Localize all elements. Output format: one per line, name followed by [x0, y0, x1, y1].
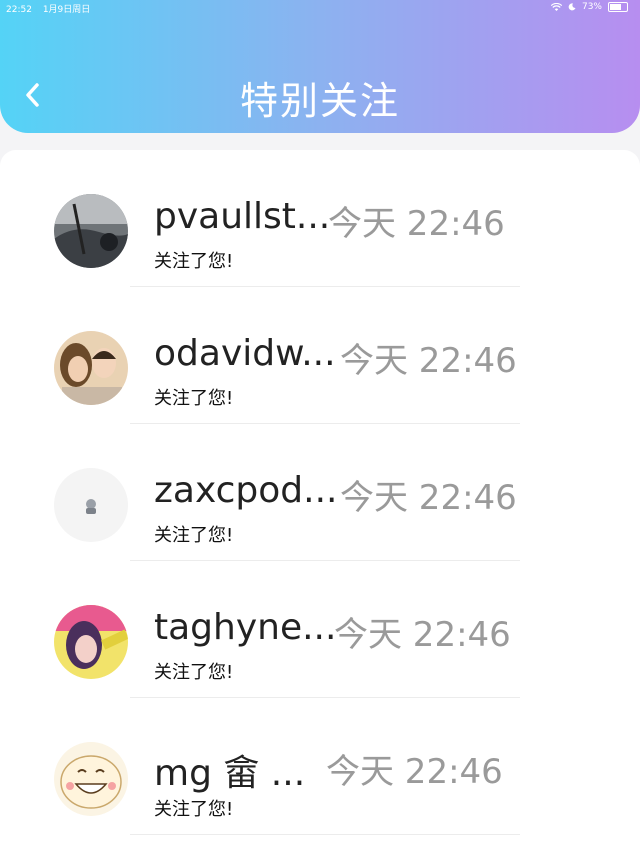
list-item[interactable]: taghyne... 今天 22:46 关注了您! [0, 561, 640, 698]
avatar[interactable] [54, 605, 128, 679]
header-bar: 22:52 1月9日周日 73% 特别关注 [0, 0, 640, 133]
notification-message: 关注了您! [154, 251, 234, 272]
avatar[interactable] [54, 331, 128, 405]
list-item[interactable]: mg 畲 ... 今天 22:46 关注了您! [0, 698, 640, 835]
list-item[interactable]: odavidw... 今天 22:46 关注了您! [0, 287, 640, 424]
notification-message: 关注了您! [154, 388, 234, 409]
user-name[interactable]: mg 畲 ... [154, 744, 305, 796]
avatar[interactable] [54, 468, 128, 542]
list-item[interactable]: zaxcpod... 今天 22:46 关注了您! [0, 424, 640, 561]
page-title: 特别关注 [239, 79, 400, 123]
avatar[interactable] [54, 742, 128, 816]
avatar[interactable] [54, 194, 128, 268]
moon-icon [568, 3, 576, 11]
battery-percent: 73% [581, 2, 602, 12]
notification-list: pvaullst... 今天 22:46 关注了您! odavidw... 今天… [0, 150, 640, 853]
timestamp: 今天 22:46 [334, 615, 511, 655]
battery-icon [608, 2, 628, 12]
notification-message: 关注了您! [154, 799, 234, 820]
user-name[interactable]: pvaullst... [154, 196, 330, 237]
timestamp: 今天 22:46 [340, 341, 517, 381]
list-item[interactable]: pvaullst... 今天 22:46 关注了您! [0, 150, 640, 287]
timestamp: 今天 22:46 [328, 204, 505, 244]
notification-message: 关注了您! [154, 662, 234, 683]
status-bar: 22:52 1月9日周日 73% [6, 2, 628, 16]
notification-message: 关注了您! [154, 525, 234, 546]
timestamp: 今天 22:46 [340, 478, 517, 518]
user-name[interactable]: zaxcpod... [154, 470, 337, 511]
user-name[interactable]: odavidw... [154, 333, 336, 374]
wifi-icon [550, 2, 562, 11]
timestamp: 今天 22:46 [326, 752, 503, 792]
divider [130, 834, 520, 835]
status-time: 22:52 [6, 5, 32, 15]
user-name[interactable]: taghyne... [154, 607, 336, 648]
status-date: 1月9日周日 [42, 5, 91, 15]
